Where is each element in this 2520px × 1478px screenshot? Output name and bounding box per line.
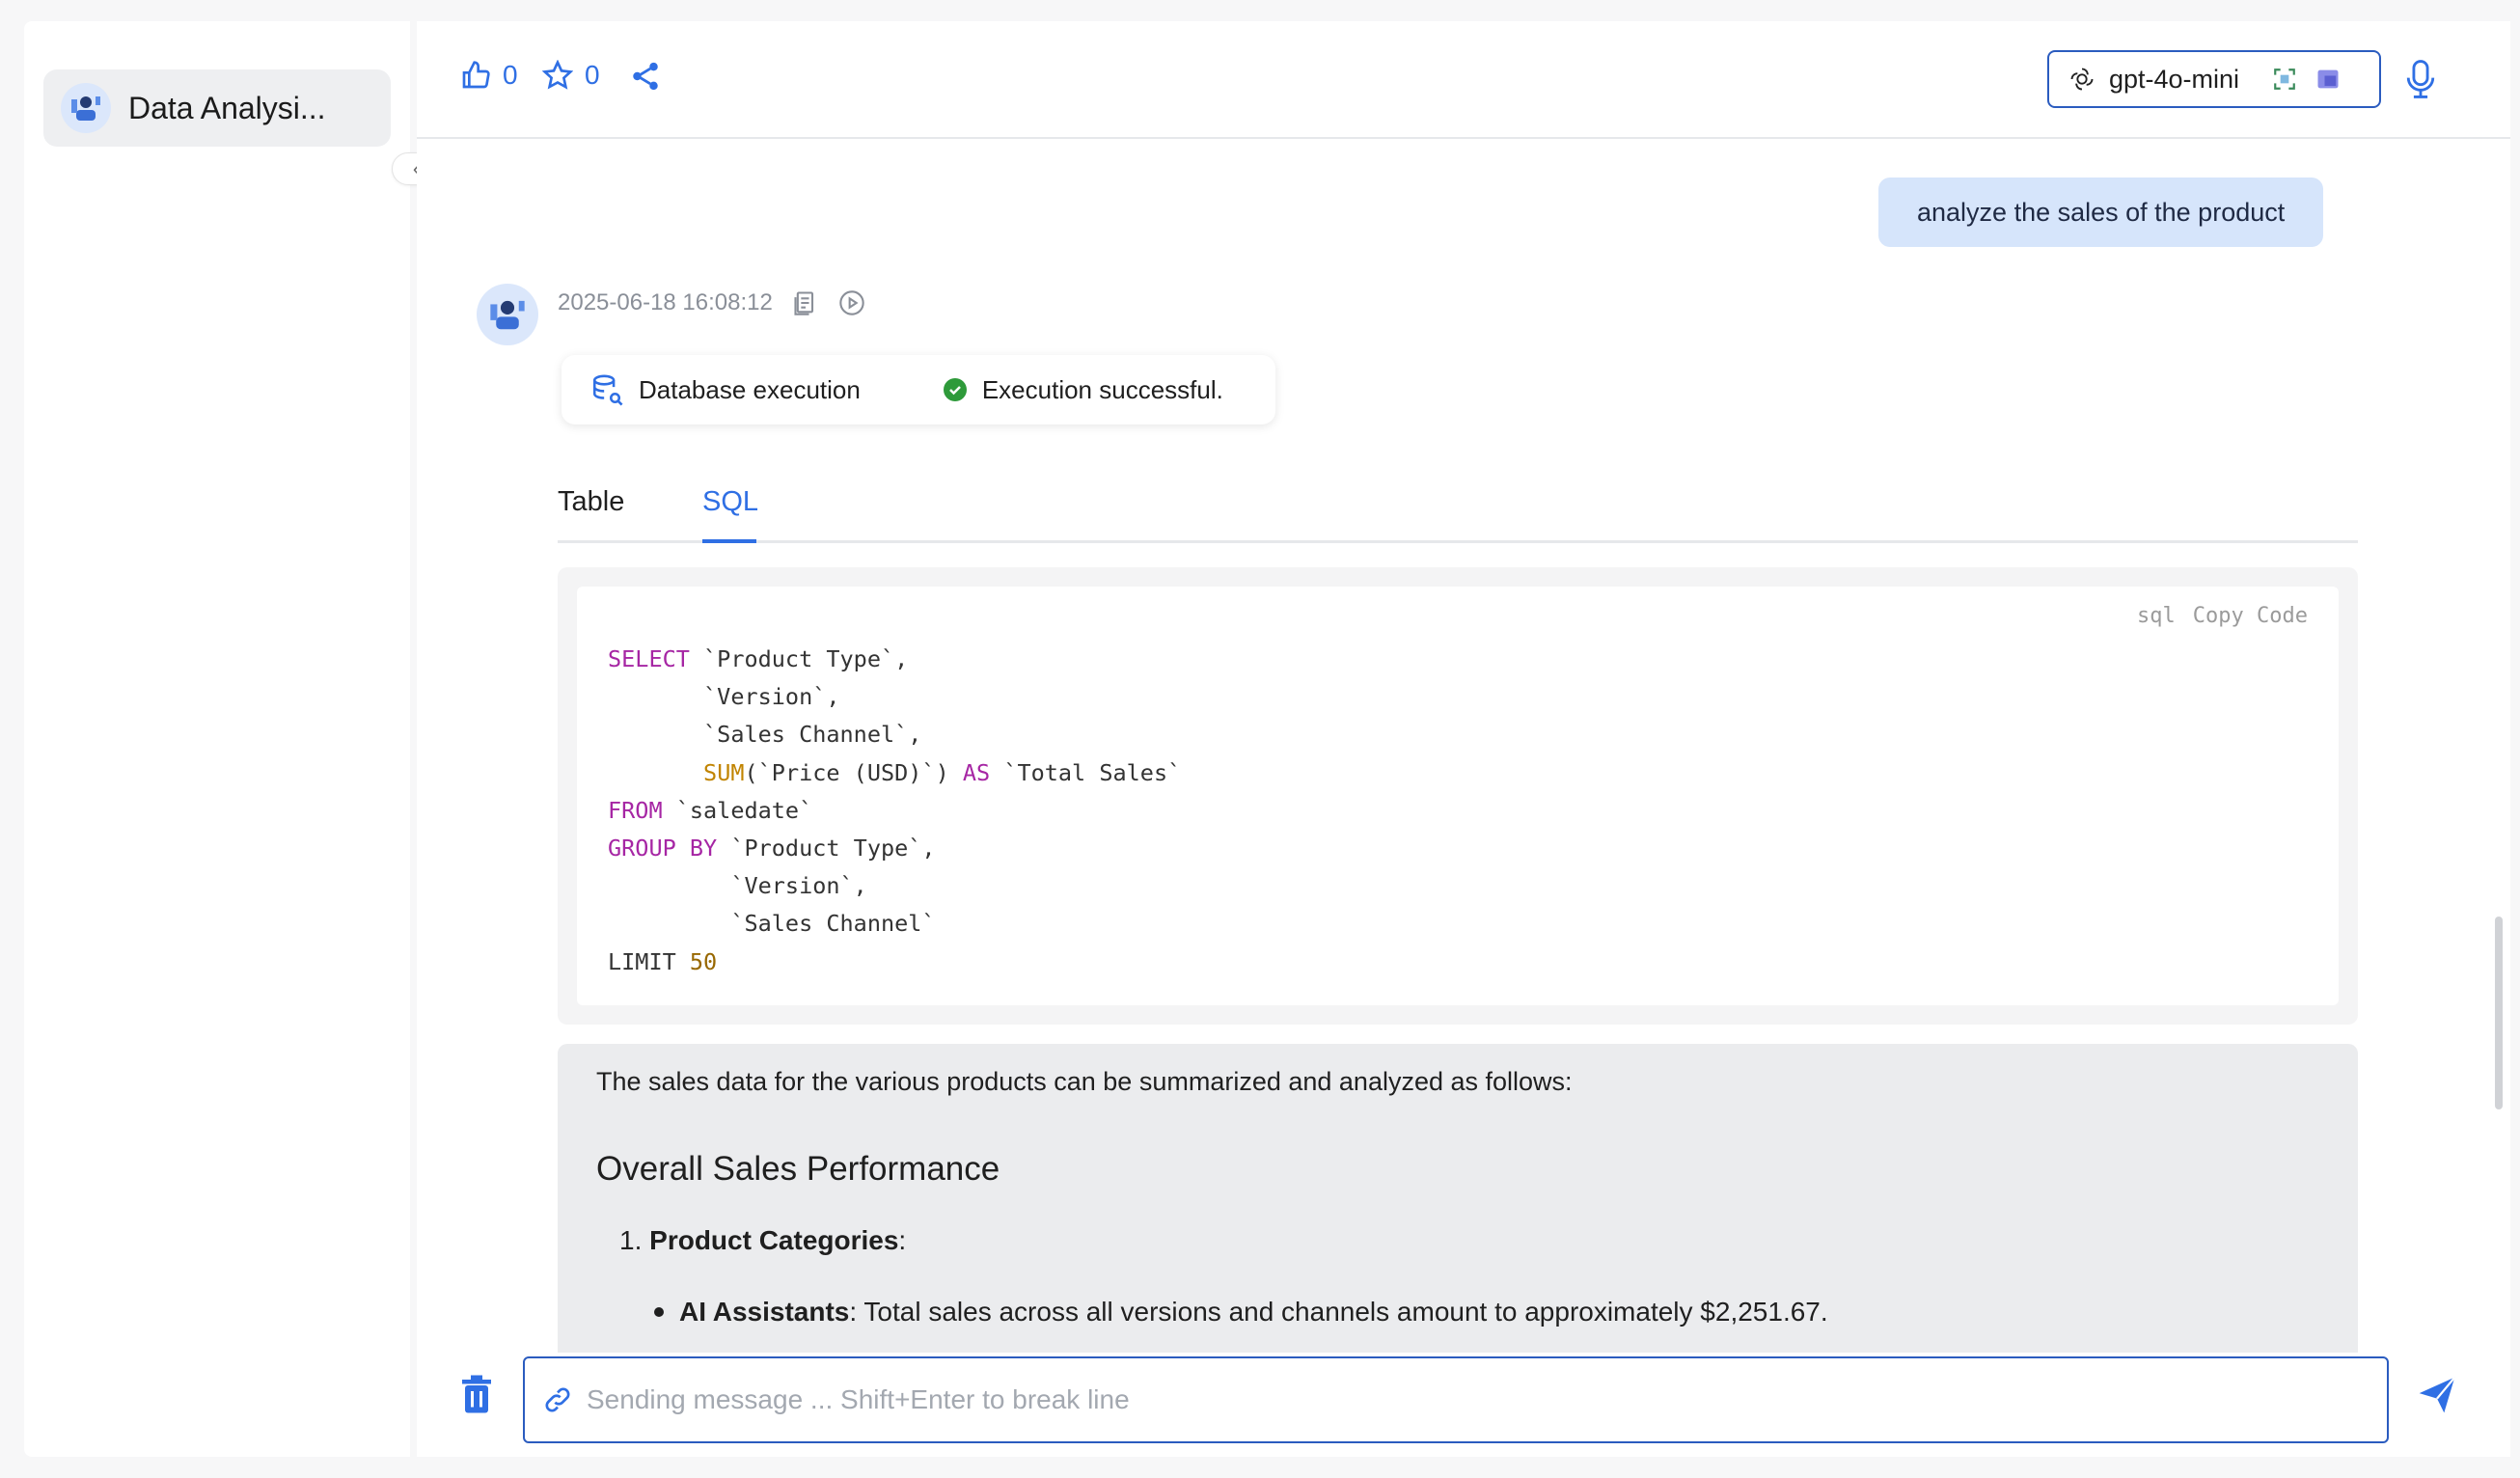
bullet-icon [654, 1307, 664, 1317]
execution-status: Execution successful. [981, 374, 1223, 404]
sub-item-title: AI Assistants [679, 1297, 850, 1327]
thumbs-up-icon [462, 61, 490, 89]
execution-status-card: Database execution Execution successful. [562, 355, 1275, 424]
message-meta: 2025-06-18 16:08:12 [558, 289, 865, 316]
model-name: gpt-4o-mini [2109, 64, 2240, 94]
answer-intro: The sales data for the various products … [596, 1067, 1573, 1096]
active-tab-indicator [702, 539, 756, 543]
tab-sql[interactable]: SQL [702, 486, 758, 518]
sql-code: SELECT `Product Type`, `Version`, `Sales… [608, 645, 1182, 975]
link-icon[interactable] [542, 1384, 573, 1415]
list-item-suffix: : [898, 1225, 907, 1255]
result-tabs: Table SQL [558, 465, 2358, 543]
code-panel: sql Copy Code SELECT `Product Type`, `Ve… [558, 567, 2358, 1025]
share-icon [633, 62, 658, 91]
answer-panel: The sales data for the various products … [558, 1044, 2358, 1353]
like-count: 0 [503, 60, 518, 90]
check-circle-icon [943, 378, 967, 401]
tab-table[interactable]: Table [558, 486, 624, 518]
model-selector[interactable]: gpt-4o-mini [2047, 50, 2381, 108]
sidebar: Data Analysi... [24, 21, 410, 1457]
microphone-icon [2406, 60, 2435, 98]
like-button[interactable]: 0 [460, 60, 518, 91]
send-icon [2419, 1376, 2456, 1413]
sub-item-text: : Total sales across all versions and ch… [849, 1297, 1828, 1327]
list-item-title: Product Categories [649, 1225, 899, 1255]
message-input-box[interactable] [523, 1356, 2389, 1443]
scan-icon [2274, 68, 2295, 90]
list-number: 1. [619, 1225, 643, 1255]
sidebar-chat-title: Data Analysi... [128, 90, 326, 125]
database-search-icon [592, 374, 623, 406]
copy-code-button[interactable]: Copy Code [2193, 604, 2308, 628]
list-item: 1. Product Categories: [619, 1225, 906, 1256]
openai-icon [2070, 68, 2094, 91]
sidebar-chat-item[interactable]: Data Analysi... [43, 69, 391, 147]
share-button[interactable] [629, 60, 662, 93]
star-count: 0 [585, 60, 600, 90]
microphone-button[interactable] [2404, 58, 2437, 105]
execution-label: Database execution [639, 374, 861, 404]
trash-icon [462, 1375, 491, 1413]
clear-chat-button[interactable] [459, 1374, 494, 1419]
sub-list-item: AI Assistants: Total sales across all ve… [654, 1297, 1828, 1327]
send-button[interactable] [2416, 1374, 2458, 1421]
image-badge-icon [2317, 69, 2339, 89]
play-icon[interactable] [838, 289, 865, 316]
chat-avatar-icon [61, 83, 111, 133]
message-timestamp: 2025-06-18 16:08:12 [558, 289, 773, 315]
copy-icon[interactable] [792, 289, 819, 316]
star-icon [542, 60, 573, 90]
scrollbar[interactable] [2495, 917, 2503, 1109]
toolbar: 0 0 gpt-4o-mini [417, 21, 2510, 139]
main-panel: 0 0 gpt-4o-mini analyze the sales of the… [417, 21, 2510, 1457]
answer-heading: Overall Sales Performance [596, 1150, 1000, 1188]
message-input[interactable] [585, 1383, 2229, 1416]
code-language: sql [2137, 604, 2176, 628]
user-message: analyze the sales of the product [1878, 178, 2324, 247]
code-block: sql Copy Code SELECT `Product Type`, `Ve… [577, 587, 2339, 1005]
bot-avatar-icon [477, 284, 538, 345]
star-button[interactable]: 0 [542, 60, 600, 91]
code-toolbar: sql Copy Code [2137, 604, 2308, 628]
